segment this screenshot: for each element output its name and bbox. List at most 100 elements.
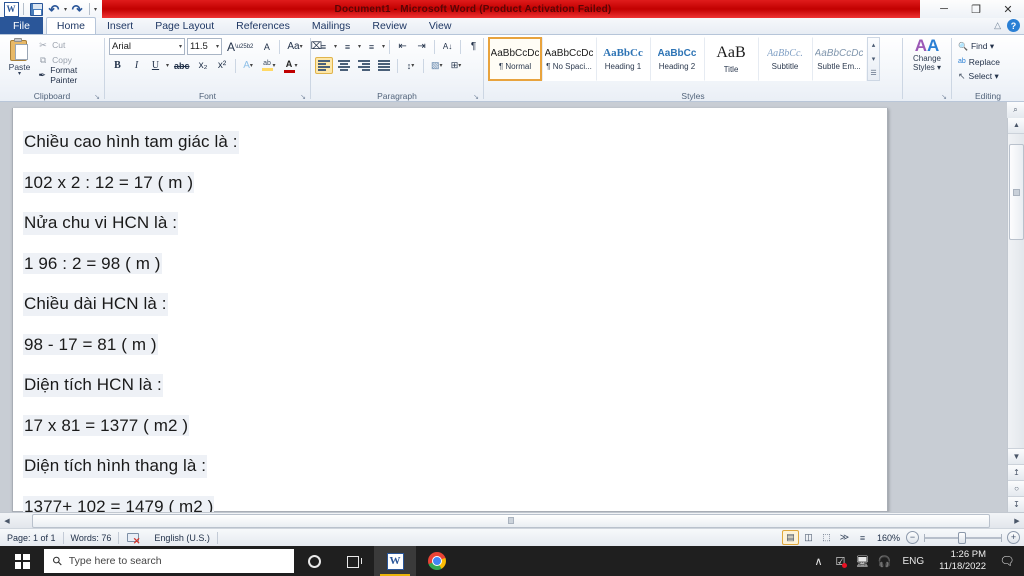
align-left-button[interactable] <box>315 57 333 74</box>
tab-home[interactable]: Home <box>45 17 96 34</box>
zoom-in-button[interactable]: + <box>1007 531 1020 544</box>
find-button[interactable]: 🔍 Find ▾ <box>956 39 996 54</box>
document-line[interactable]: Chiều cao hình tam giác là : <box>23 122 887 163</box>
document-line[interactable]: Chiều dài HCN là : <box>23 284 887 325</box>
tab-file[interactable]: File <box>0 17 43 34</box>
styles-scroll-down-icon[interactable]: ▾ <box>868 52 879 66</box>
zoom-out-button[interactable]: − <box>906 531 919 544</box>
horizontal-scrollbar[interactable]: ◀ ▶ <box>0 512 1024 528</box>
collapse-ribbon-icon[interactable]: △ <box>994 20 1001 31</box>
style-heading-2[interactable]: AaBbCc Heading 2 <box>650 37 704 81</box>
subscript-button[interactable]: x₂ <box>195 57 212 74</box>
multilevel-caret-icon[interactable]: ▾ <box>382 43 385 50</box>
word-count[interactable]: Words: 76 <box>64 529 119 547</box>
help-icon[interactable]: ? <box>1007 19 1020 32</box>
change-styles-button[interactable]: AA Change Styles ▾ <box>907 37 947 72</box>
close-button[interactable]: ✕ <box>992 0 1024 18</box>
next-page-icon[interactable]: ↧ <box>1008 496 1024 512</box>
shading-icon[interactable]: ▧ ▾ <box>428 57 446 74</box>
zoom-slider[interactable] <box>924 531 1002 544</box>
paste-button[interactable]: Paste ▾ <box>4 37 35 77</box>
language-indicator[interactable]: English (U.S.) <box>147 529 217 547</box>
format-painter-button[interactable]: ✒ Format Painter <box>35 65 100 85</box>
language-indicator-tray[interactable]: ENG <box>895 546 931 576</box>
start-button[interactable] <box>0 546 44 576</box>
tab-mailings[interactable]: Mailings <box>301 17 362 34</box>
clock[interactable]: 1:26 PM 11/18/2022 <box>931 546 994 576</box>
save-icon[interactable] <box>28 1 44 17</box>
taskbar-app-word[interactable]: W <box>374 546 416 576</box>
show-hidden-icons-button[interactable]: ∧ <box>807 546 829 576</box>
undo-dropdown-caret[interactable]: ▾ <box>64 6 67 13</box>
customize-qat-caret[interactable]: ▾ <box>94 6 97 13</box>
line-spacing-icon[interactable]: ↕ ▾ <box>402 57 419 74</box>
document-line[interactable]: 17 x 81 = 1377 ( m2 ) <box>23 406 887 447</box>
volume-icon[interactable]: 🎧 <box>873 546 895 576</box>
network-icon[interactable]: 🖥 <box>851 546 873 576</box>
show-formatting-marks-icon[interactable]: ¶ <box>465 38 482 55</box>
font-dialog-launcher[interactable]: ↘ <box>299 93 307 101</box>
cut-button[interactable]: ✂ Cut <box>35 38 100 52</box>
document-line[interactable]: 98 - 17 = 81 ( m ) <box>23 325 887 366</box>
style-subtitle[interactable]: AaBbCc. Subtitle <box>758 37 812 81</box>
bullets-icon[interactable]: ≡ <box>315 38 332 55</box>
paste-caret-icon[interactable]: ▾ <box>18 71 21 77</box>
text-effects-icon[interactable]: A ▾ <box>240 57 257 74</box>
bullets-caret-icon[interactable]: ▾ <box>334 43 337 50</box>
select-browse-object-icon[interactable]: ○ <box>1008 480 1024 496</box>
document-line[interactable]: Diện tích hình thang là : <box>23 446 887 487</box>
bold-button[interactable]: B <box>109 57 126 74</box>
security-icon[interactable]: ☑ <box>829 546 851 576</box>
document-line[interactable]: 1 96 : 2 = 98 ( m ) <box>23 244 887 285</box>
task-view-button[interactable] <box>334 546 374 576</box>
align-center-button[interactable] <box>335 57 353 74</box>
styles-dialog-launcher[interactable]: ↘ <box>940 93 948 101</box>
font-name-input[interactable]: Arial ▾ <box>109 38 185 55</box>
borders-icon[interactable]: ⊞ ▾ <box>448 57 465 74</box>
vertical-scrollbar[interactable]: ⌕ ▲ ▼ ↥ ○ ↧ <box>1007 102 1024 512</box>
text-highlight-icon[interactable]: ab ▾ <box>259 57 279 74</box>
page-indicator[interactable]: Page: 1 of 1 <box>0 529 63 547</box>
justify-button[interactable] <box>375 57 393 74</box>
replace-button[interactable]: ab Replace <box>956 54 1002 69</box>
tab-references[interactable]: References <box>225 17 301 34</box>
numbering-icon[interactable]: ≡ <box>339 38 356 55</box>
scroll-right-icon[interactable]: ▶ <box>1010 513 1024 529</box>
tab-view[interactable]: View <box>418 17 463 34</box>
scroll-up-icon[interactable]: ▲ <box>1008 118 1024 134</box>
word-app-icon[interactable]: W <box>3 1 19 17</box>
vertical-scrollbar-thumb[interactable] <box>1009 144 1024 240</box>
styles-more-icon[interactable]: ☰ <box>868 66 879 80</box>
decrease-indent-icon[interactable]: ⇤ <box>394 38 411 55</box>
minimize-button[interactable]: ─ <box>928 0 960 18</box>
styles-scroll-up-icon[interactable]: ▴ <box>868 38 879 52</box>
full-screen-reading-view-button[interactable]: ◫ <box>800 530 817 545</box>
grow-font-icon[interactable]: A \u25b2 <box>224 38 256 55</box>
paragraph-dialog-launcher[interactable]: ↘ <box>472 93 480 101</box>
italic-button[interactable]: I <box>128 57 145 74</box>
document-line[interactable]: Diện tích HCN là : <box>23 365 887 406</box>
shrink-font-icon[interactable]: A <box>258 38 275 55</box>
document-text-area[interactable]: Chiều cao hình tam giác là : 102 x 2 : 1… <box>13 108 887 512</box>
scroll-left-icon[interactable]: ◀ <box>0 513 14 529</box>
strikethrough-button[interactable]: abc <box>171 57 193 74</box>
font-name-caret-icon[interactable]: ▾ <box>179 43 182 50</box>
web-layout-view-button[interactable]: ⬚ <box>818 530 835 545</box>
document-page[interactable]: Chiều cao hình tam giác là : 102 x 2 : 1… <box>12 108 888 512</box>
action-center-icon[interactable]: 🗨 <box>994 546 1020 576</box>
select-button[interactable]: ↖ Select ▾ <box>956 69 1001 84</box>
previous-page-icon[interactable]: ↥ <box>1008 464 1024 480</box>
scroll-down-icon[interactable]: ▼ <box>1008 448 1024 464</box>
align-right-button[interactable] <box>355 57 373 74</box>
clipboard-dialog-launcher[interactable]: ↘ <box>93 93 101 101</box>
ruler-toggle-icon[interactable]: ⌕ <box>1007 102 1024 118</box>
superscript-button[interactable]: x² <box>214 57 231 74</box>
restore-button[interactable]: ❐ <box>960 0 992 18</box>
font-color-icon[interactable]: A ▾ <box>281 57 301 74</box>
taskbar-app-chrome[interactable] <box>416 546 458 576</box>
horizontal-scrollbar-thumb[interactable] <box>32 513 990 528</box>
outline-view-button[interactable]: ≫ <box>836 530 853 545</box>
zoom-level-label[interactable]: 160% <box>872 533 905 543</box>
print-layout-view-button[interactable]: ▤ <box>781 530 799 545</box>
tab-page-layout[interactable]: Page Layout <box>144 17 225 34</box>
